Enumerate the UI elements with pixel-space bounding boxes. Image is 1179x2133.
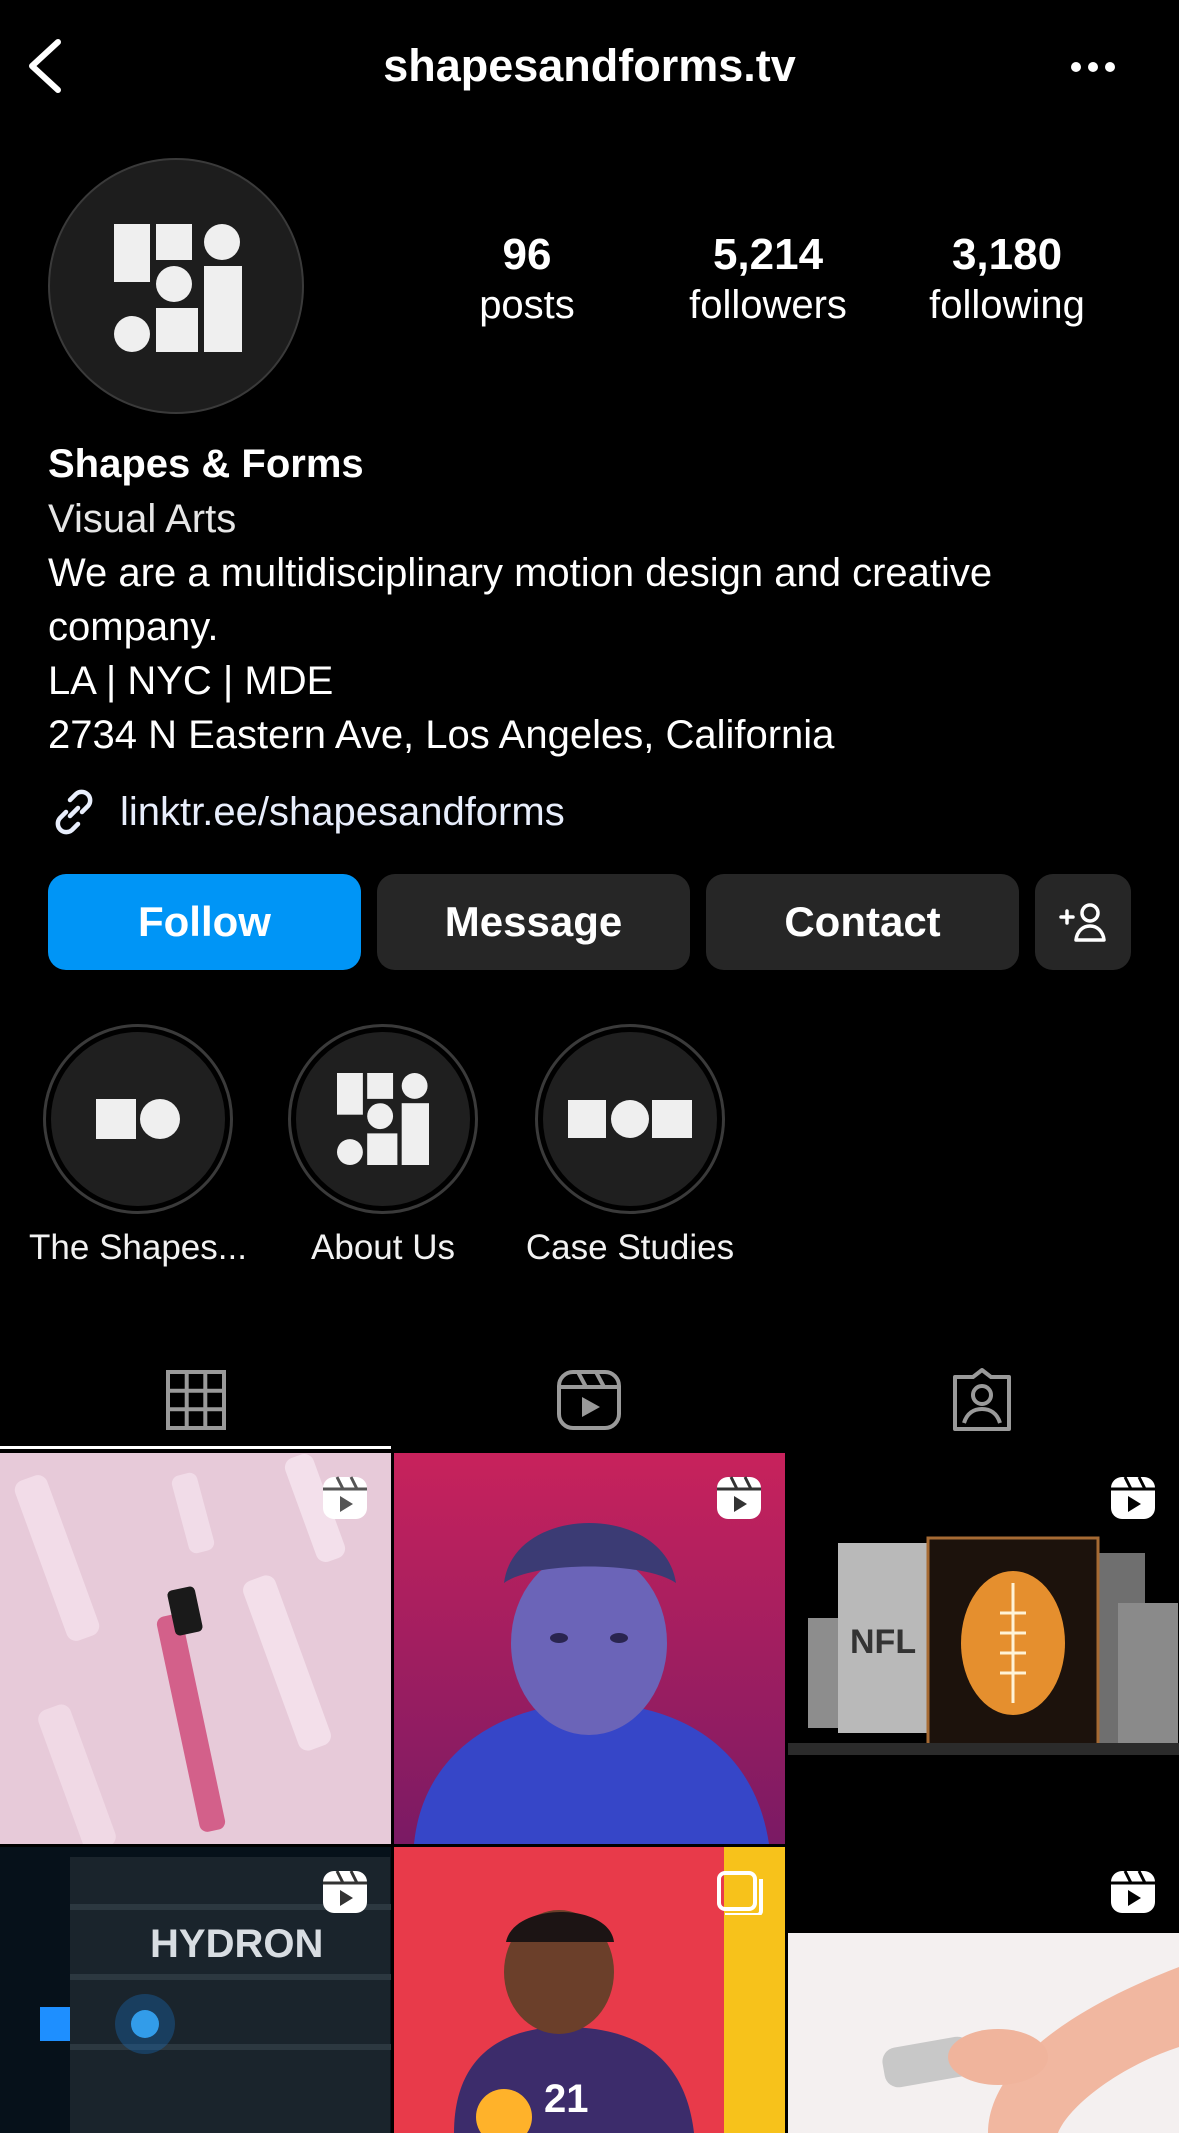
- active-tab-indicator: [0, 1446, 391, 1449]
- contact-button[interactable]: Contact: [706, 874, 1019, 970]
- post-thumbnail[interactable]: [788, 1847, 1179, 2133]
- carousel-badge-icon: [717, 1871, 763, 1915]
- square-circle-icon: [96, 1099, 180, 1139]
- jersey-number: 21: [544, 2077, 589, 2121]
- highlight-cover: [535, 1024, 725, 1214]
- more-options-icon[interactable]: [1068, 50, 1118, 84]
- profile-username: shapesandforms.tv: [383, 40, 796, 91]
- add-person-icon: [1059, 903, 1106, 942]
- grid-icon: [166, 1370, 226, 1430]
- shapes-logo-icon: [114, 224, 242, 352]
- reels-icon: [557, 1370, 621, 1430]
- highlight-the-shapes[interactable]: The Shapes...: [8, 1024, 268, 1270]
- nfl-text: NFL: [850, 1623, 916, 1661]
- follow-button[interactable]: Follow: [48, 874, 361, 970]
- reel-badge-icon: [323, 1870, 367, 1913]
- reel-badge-icon: [1111, 1476, 1155, 1519]
- profile-link-text[interactable]: linktr.ee/shapesandforms: [120, 782, 565, 842]
- following-count[interactable]: 3,180 following: [897, 228, 1117, 330]
- profile-name: Shapes & Forms: [48, 442, 364, 486]
- followers-label: followers: [689, 283, 847, 327]
- reel-badge-icon: [717, 1476, 761, 1519]
- post-thumbnail[interactable]: NFL: [788, 1453, 1179, 1844]
- tab-tagged[interactable]: [786, 1350, 1178, 1450]
- posts-value: 96: [502, 230, 552, 279]
- highlight-case-studies[interactable]: Case Studies: [500, 1024, 760, 1270]
- shapes-logo-icon: [337, 1073, 429, 1165]
- profile-link[interactable]: linktr.ee/shapesandforms: [48, 782, 748, 842]
- tab-reels[interactable]: [393, 1350, 785, 1450]
- bio-address[interactable]: 2734 N Eastern Ave, Los Angeles, Califor…: [48, 708, 834, 762]
- following-label: following: [929, 283, 1085, 327]
- message-button[interactable]: Message: [377, 874, 690, 970]
- link-icon: [55, 789, 93, 835]
- reel-badge-icon: [323, 1476, 367, 1519]
- highlight-cover: [288, 1024, 478, 1214]
- suggested-people-button[interactable]: [1035, 874, 1131, 970]
- reel-badge-icon: [1111, 1870, 1155, 1913]
- avatar[interactable]: [48, 158, 304, 414]
- post-thumbnail[interactable]: [0, 1453, 391, 1844]
- bio-text-line-2: company.: [48, 605, 219, 649]
- highlight-about-us[interactable]: About Us: [253, 1024, 513, 1270]
- post-thumbnail[interactable]: 21: [394, 1847, 785, 2133]
- highlight-label: About Us: [311, 1228, 455, 1267]
- tab-posts-grid[interactable]: [0, 1350, 392, 1450]
- bio-text-line-1: We are a multidisciplinary motion design…: [48, 551, 993, 595]
- post-thumbnail[interactable]: [394, 1453, 785, 1844]
- hydron-text: HYDRON: [150, 1922, 323, 1966]
- followers-value: 5,214: [712, 230, 824, 279]
- highlight-label: Case Studies: [525, 1228, 735, 1267]
- tagged-icon: [953, 1368, 1011, 1431]
- highlight-cover: [43, 1024, 233, 1214]
- posts-label: posts: [479, 283, 575, 327]
- posts-count: 96 posts: [417, 228, 637, 330]
- following-value: 3,180: [951, 230, 1063, 279]
- bio-cities: LA | NYC | MDE: [48, 659, 334, 703]
- square-circle-square-icon: [568, 1100, 692, 1138]
- highlight-label: The Shapes...: [29, 1228, 247, 1267]
- post-thumbnail[interactable]: HYDRON: [0, 1847, 391, 2133]
- followers-count[interactable]: 5,214 followers: [658, 228, 878, 330]
- profile-category: Visual Arts: [48, 497, 237, 541]
